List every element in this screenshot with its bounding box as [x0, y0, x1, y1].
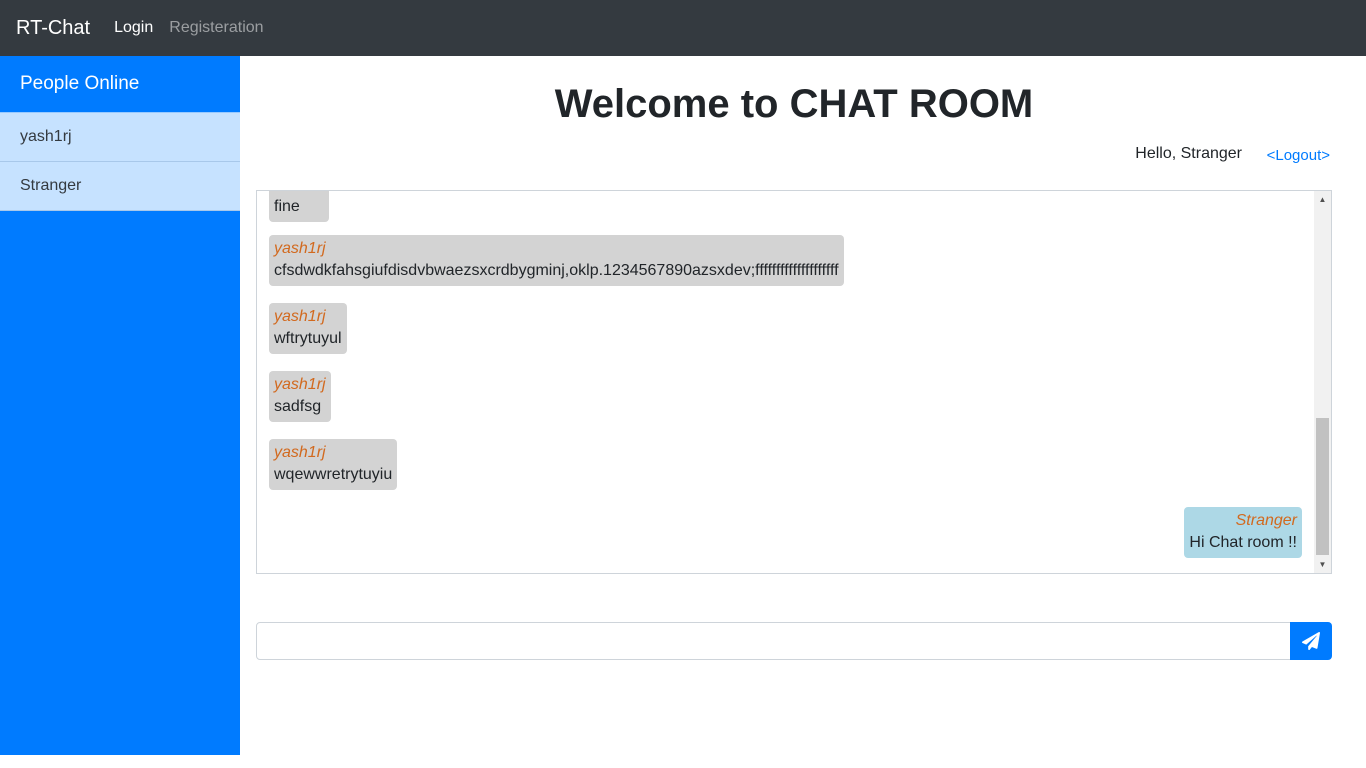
scroll-thumb[interactable]	[1316, 418, 1329, 555]
online-user-item[interactable]: yash1rj	[0, 113, 240, 162]
message-text: wftrytuyul	[274, 330, 342, 347]
message-text: sadfsg	[274, 398, 322, 415]
chat-message: fine	[269, 191, 329, 222]
chat-message: yash1rj wqewwretrytuyiu	[269, 439, 398, 490]
scroll-down-arrow-icon[interactable]: ▼	[1314, 556, 1331, 573]
message-author: Stranger	[1235, 512, 1297, 529]
message-author: yash1rj	[274, 444, 326, 461]
chat-scrollbar[interactable]: ▲ ▼	[1314, 191, 1331, 573]
nav-registration-link[interactable]: Registeration	[169, 19, 263, 37]
user-greeting: Hello, Stranger	[1135, 145, 1242, 162]
message-text: cfsdwdkfahsgiufdisdvbwaezsxcrdbygminj,ok…	[274, 262, 839, 279]
top-navbar: RT-Chat Login Registeration	[0, 0, 1366, 56]
paper-plane-icon	[1302, 632, 1320, 650]
message-text: Hi Chat room !!	[1189, 534, 1297, 551]
chat-main: Welcome to CHAT ROOM Hello, Stranger <Lo…	[240, 56, 1366, 768]
message-author: yash1rj	[274, 308, 326, 325]
online-users-sidebar: People Online yash1rj Stranger	[0, 56, 240, 755]
brand-logo[interactable]: RT-Chat	[16, 17, 90, 40]
nav-login-link[interactable]: Login	[114, 19, 153, 37]
message-author: yash1rj	[274, 240, 326, 257]
sidebar-title: People Online	[0, 56, 240, 113]
message-input[interactable]	[256, 622, 1291, 660]
chat-message: yash1rj wftrytuyul	[269, 303, 347, 354]
send-button[interactable]	[1290, 622, 1332, 660]
online-user-item[interactable]: Stranger	[0, 162, 240, 211]
own-chat-message: Stranger Hi Chat room !!	[1184, 507, 1302, 558]
message-text: fine	[274, 198, 300, 215]
message-author: yash1rj	[274, 376, 326, 393]
page-title: Welcome to CHAT ROOM	[554, 82, 1034, 126]
scroll-up-arrow-icon[interactable]: ▲	[1314, 191, 1331, 208]
chat-message: yash1rj cfsdwdkfahsgiufdisdvbwaezsxcrdby…	[269, 235, 844, 286]
chat-message: yash1rj sadfsg	[269, 371, 331, 422]
logout-link[interactable]: <Logout>	[1267, 147, 1330, 164]
message-list[interactable]: fine yash1rj cfsdwdkfahsgiufdisdvbwaezsx…	[256, 190, 1332, 574]
message-text: wqewwretrytuyiu	[274, 466, 393, 483]
